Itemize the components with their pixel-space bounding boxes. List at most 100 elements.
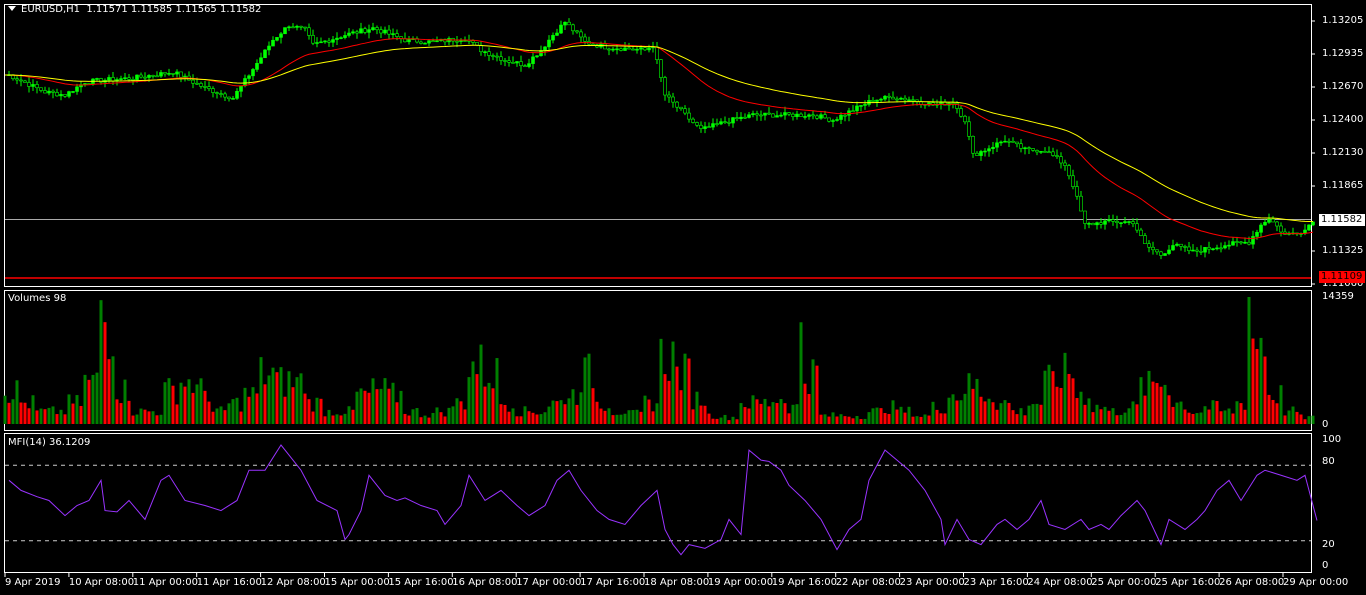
price-tick: 1.12935 <box>1322 48 1364 59</box>
candle-body <box>1307 224 1311 231</box>
volume-bar <box>1115 415 1119 424</box>
candle-body <box>1123 221 1127 223</box>
volume-bar <box>3 395 7 424</box>
candle-body <box>811 114 815 117</box>
volume-bar <box>895 409 899 424</box>
volume-bar <box>1051 371 1055 424</box>
candle-body <box>643 47 647 51</box>
volume-bar <box>639 411 643 424</box>
volume-bar <box>955 400 959 424</box>
candle-body <box>151 75 155 77</box>
candle-body <box>1271 218 1275 223</box>
time-tick: 17 Apr 00:00 <box>516 577 582 588</box>
volume-bar <box>287 371 291 424</box>
volume-bar <box>127 400 131 424</box>
candle-body <box>1031 148 1035 151</box>
volume-bar <box>811 359 815 424</box>
volume-bar <box>871 408 875 424</box>
volume-bar <box>451 406 455 424</box>
candle-body <box>71 91 75 93</box>
volume-bar <box>915 416 919 424</box>
volume-bar <box>171 385 175 424</box>
candle-body <box>1047 151 1051 154</box>
candle-body <box>863 104 867 106</box>
candle-body <box>899 97 903 100</box>
volume-bar <box>699 405 703 424</box>
dropdown-triangle-icon[interactable] <box>8 6 16 11</box>
volume-bar <box>799 322 803 424</box>
volume-bar <box>499 404 503 424</box>
candle-body <box>527 63 531 67</box>
volume-bar <box>835 416 839 424</box>
volume-bar <box>23 402 27 424</box>
volume-bar <box>767 406 771 424</box>
chart-canvas[interactable] <box>0 0 1366 595</box>
chart-title[interactable]: EURUSD,H1 1.11571 1.11585 1.11565 1.1158… <box>8 4 261 15</box>
volume-bar <box>471 361 475 424</box>
volume-bar <box>219 406 223 424</box>
candle-body <box>303 26 307 29</box>
candle-body <box>987 148 991 152</box>
candle-body <box>1115 221 1119 223</box>
volume-bar <box>391 382 395 424</box>
mfi-tick-80: 80 <box>1322 456 1335 467</box>
volume-bar <box>667 380 671 424</box>
volume-bar <box>659 338 663 424</box>
volume-bar <box>543 412 547 424</box>
candle-body <box>355 31 359 34</box>
volume-bar <box>607 408 611 424</box>
volume-bar <box>303 393 307 424</box>
candle-body <box>667 94 671 98</box>
candle-body <box>1259 224 1263 233</box>
candle-body <box>483 51 487 53</box>
volume-bar <box>1275 403 1279 424</box>
candle-body <box>1103 220 1107 225</box>
candle-body <box>999 141 1003 144</box>
volume-bar <box>1215 401 1219 424</box>
volume-bar <box>367 392 371 424</box>
volume-bar <box>1127 408 1131 424</box>
candle-body <box>395 33 399 37</box>
candle-body <box>231 98 235 100</box>
candle-body <box>731 117 735 124</box>
candle-body <box>1279 225 1283 233</box>
volume-bar <box>55 414 59 424</box>
volume-bar <box>271 367 275 424</box>
candle-body <box>423 42 427 45</box>
volume-bar <box>231 399 235 424</box>
candle-body <box>203 86 207 88</box>
candle-body <box>1155 249 1159 253</box>
volume-bar <box>911 416 915 424</box>
price-tick: 1.12130 <box>1322 147 1364 158</box>
candle-body <box>1019 143 1023 149</box>
volume-bar <box>67 394 71 424</box>
volume-bar <box>347 406 351 424</box>
volume-bar <box>1143 395 1147 424</box>
volume-bar <box>227 403 231 424</box>
candle-body <box>627 47 631 50</box>
candle-body <box>1039 151 1043 153</box>
volume-bar <box>671 341 675 424</box>
candle-body <box>1179 243 1183 247</box>
candle-body <box>511 62 515 64</box>
candle-body <box>963 115 967 123</box>
candle-body <box>239 85 243 92</box>
candle-body <box>831 120 835 122</box>
time-tick: 11 Apr 16:00 <box>196 577 262 588</box>
volume-bar <box>991 402 995 424</box>
candle-body <box>215 92 219 94</box>
candle-body <box>859 105 863 107</box>
volume-bar <box>447 407 451 424</box>
volume-bar <box>963 393 967 424</box>
volume-bar <box>343 413 347 424</box>
candle-body <box>455 40 459 43</box>
volume-bar <box>143 409 147 424</box>
volume-bar <box>687 358 691 424</box>
volume-bar <box>951 394 955 424</box>
mfi-panel-frame <box>4 433 1312 573</box>
volume-bar <box>995 409 999 424</box>
candle-body <box>431 40 435 43</box>
candle-body <box>1311 221 1315 226</box>
volume-bar <box>1087 398 1091 424</box>
candle-body <box>259 57 263 64</box>
